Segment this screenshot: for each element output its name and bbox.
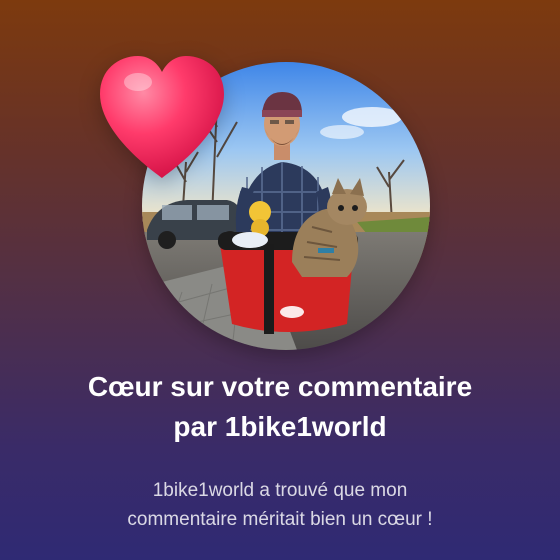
message-line-2: commentaire méritait bien un cœur ! bbox=[127, 509, 433, 530]
message-line-1: 1bike1world a trouvé que mon bbox=[152, 480, 408, 501]
heart-notification-card: Cœur sur votre commentaire par 1bike1wor… bbox=[0, 0, 560, 560]
notification-title: Cœur sur votre commentaire par 1bike1wor… bbox=[0, 367, 560, 447]
heart-icon bbox=[92, 50, 232, 182]
title-line-1: Cœur sur votre commentaire bbox=[87, 371, 473, 402]
title-line-2: par 1bike1world bbox=[173, 411, 387, 442]
notification-message: 1bike1world a trouvé que mon commentaire… bbox=[0, 476, 560, 534]
